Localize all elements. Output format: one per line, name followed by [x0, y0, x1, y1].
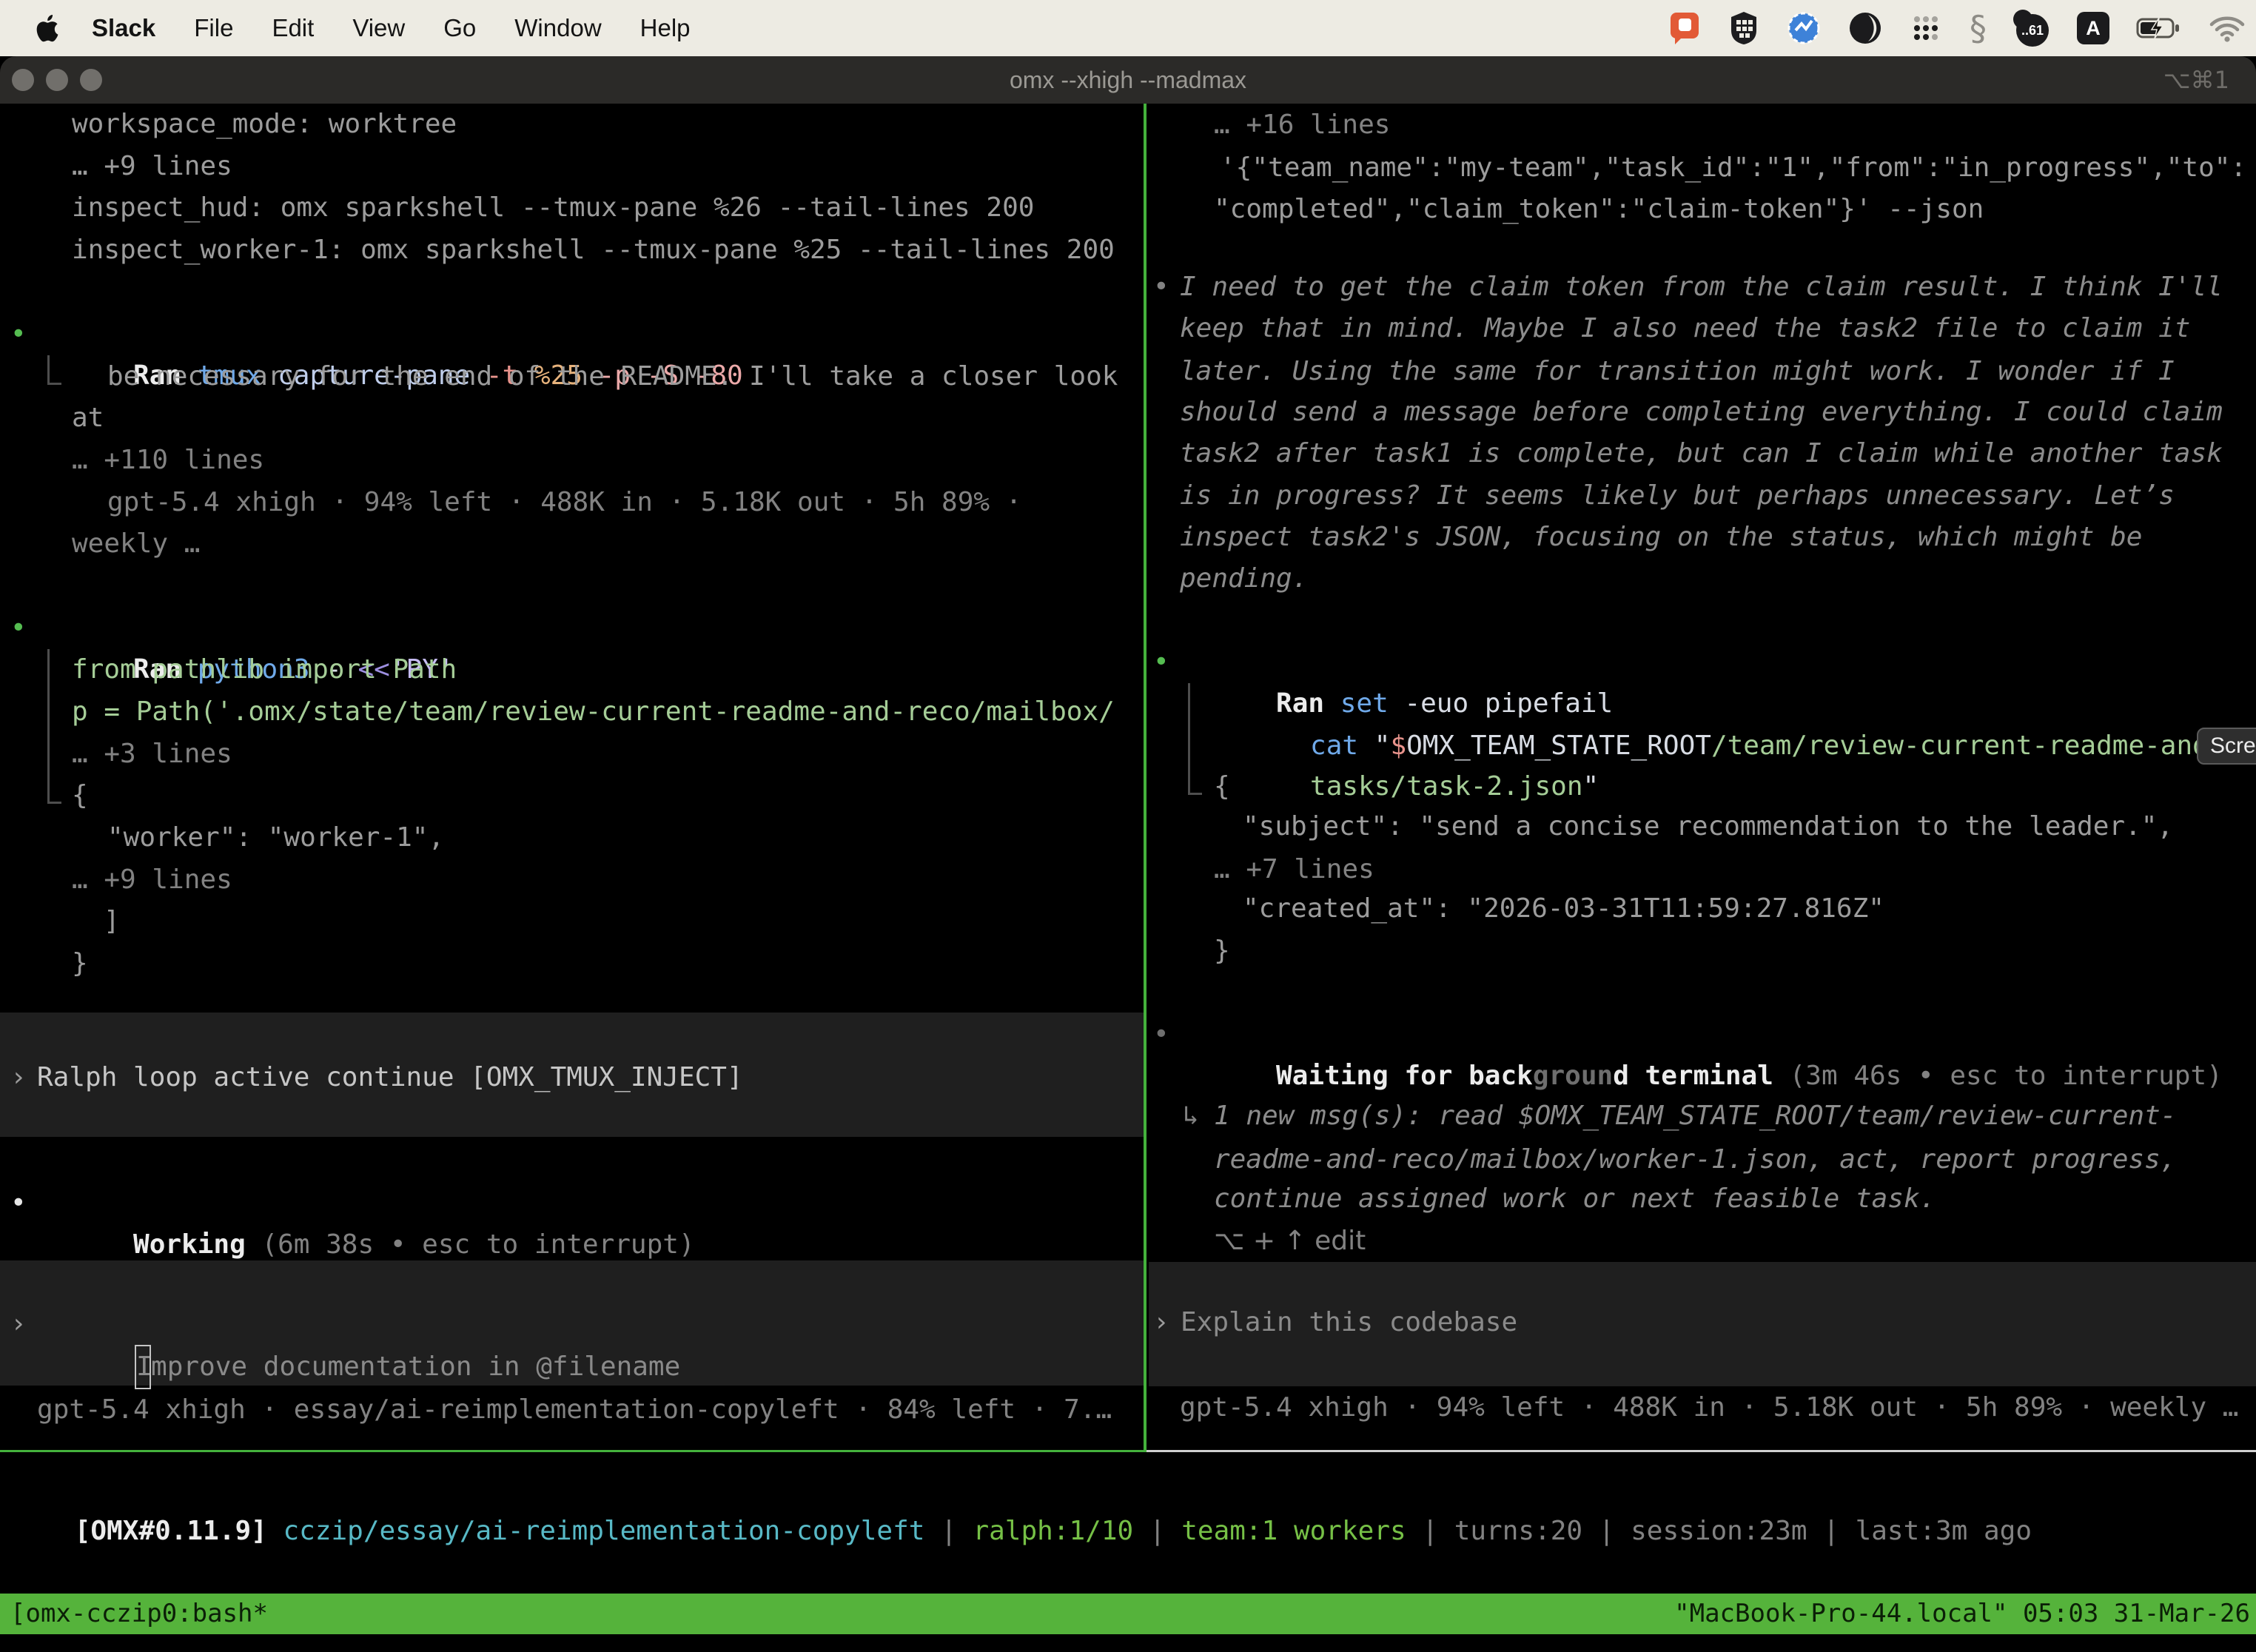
run-bullet-icon: •	[1153, 642, 1169, 683]
chevron-prompt-icon: ›	[10, 1303, 27, 1345]
terminal-line: be necessary for the end of the README. …	[107, 356, 1118, 397]
output-corner-line	[47, 355, 61, 385]
wifi-icon[interactable]	[2209, 14, 2246, 42]
menu-item-edit[interactable]: Edit	[272, 14, 314, 42]
tmux-session-label: [omx-cczip0:bash*	[0, 1594, 268, 1634]
terminal-line: … +7 lines	[1214, 849, 1374, 890]
menu-item-go[interactable]: Go	[443, 14, 476, 42]
menu-item-view[interactable]: View	[352, 14, 405, 42]
thinking-bullet-icon: •	[1153, 266, 1169, 308]
pane-divider[interactable]	[1144, 104, 1147, 1452]
terminal-line: weekly …	[72, 523, 200, 565]
terminal-line: ]	[104, 901, 120, 942]
menu-item-help[interactable]: Help	[640, 14, 691, 42]
terminal-line: }	[72, 943, 88, 984]
pane-border-bottom-right	[1147, 1450, 2256, 1452]
waiting-bullet-icon: •	[1153, 1014, 1169, 1055]
output-corner-line	[1188, 683, 1202, 795]
apple-menu-icon[interactable]	[34, 13, 59, 43]
terminal-line: … +9 lines	[72, 859, 232, 901]
dots-grid-icon[interactable]	[1909, 11, 1943, 45]
terminal-line: … +9 lines	[72, 146, 232, 187]
badge-61-label: ..61	[2016, 14, 2049, 47]
terminal-line: "completed","claim_token":"claim-token"}…	[1214, 189, 1984, 230]
squiggle-icon[interactable]: §	[1970, 11, 1987, 45]
tmux-host-clock: "MacBook-Pro-44.local" 05:03 31-Mar-26	[1674, 1594, 2256, 1634]
moon-app-icon[interactable]	[1848, 11, 1882, 45]
terminal-line: at	[72, 397, 104, 439]
screen-tooltip: Scre	[2197, 728, 2256, 765]
terminal-line: {	[72, 775, 88, 816]
run-bullet-icon: •	[10, 608, 27, 649]
text-cursor: I	[135, 1345, 151, 1389]
terminal-line: gpt-5.4 xhigh · 94% left · 488K in · 5.1…	[107, 482, 1021, 523]
terminal-right-pane: … +16 lines '{"team_name":"my-team","tas…	[1149, 56, 2256, 1652]
terminal-line: '{"team_name":"my-team","task_id":"1","f…	[1220, 147, 2246, 189]
notification-app-icon[interactable]	[1668, 10, 1702, 46]
thinking-line: I need to get the claim token from the c…	[1180, 266, 2223, 308]
terminal-line: "subject": "send a concise recommendatio…	[1243, 806, 2173, 847]
chevron-prompt-icon: ›	[10, 1057, 27, 1098]
chevron-prompt-icon: ›	[1153, 1302, 1169, 1343]
input-source-icon[interactable]: A	[2077, 12, 2109, 44]
thinking-line: later. Using the same for transition mig…	[1180, 351, 2175, 392]
terminal-line-code: p = Path('.omx/state/team/review-current…	[72, 691, 1115, 733]
terminal-line: }	[1214, 930, 1230, 972]
terminal-line: "created_at": "2026-03-31T11:59:27.816Z"	[1243, 888, 1884, 930]
battery-time-badge-icon[interactable]: ..61	[2013, 10, 2050, 47]
terminal-line: … +3 lines	[72, 733, 232, 775]
working-bullet-icon: •	[10, 1183, 27, 1224]
terminal-left-pane: workspace_mode: worktree … +9 lines insp…	[0, 56, 1144, 1652]
reply-arrow-icon: ↳	[1183, 1095, 1215, 1137]
thinking-line: inspect task2's JSON, focusing on the st…	[1180, 517, 2142, 558]
omx-status-line: [OMX#0.11.9] cczip/essay/ai-reimplementa…	[10, 1469, 2032, 1594]
prompt-input-right-text[interactable]: Explain this codebase	[1181, 1302, 1517, 1343]
mailbox-message-line: continue assigned work or next feasible …	[1214, 1178, 1936, 1220]
terminal-line: "worker": "worker-1",	[107, 817, 444, 859]
terminal-line: {	[1214, 766, 1230, 807]
sync-pulse-icon[interactable]	[1786, 10, 1822, 46]
menu-item-file[interactable]: File	[194, 14, 233, 42]
edit-shortcut-hint: ⌥ + ↑ edit	[1214, 1220, 1366, 1262]
tmux-status-bar: [omx-cczip0:bash* "MacBook-Pro-44.local"…	[0, 1594, 2256, 1634]
terminal-line: workspace_mode: worktree	[72, 104, 457, 145]
menu-item-window[interactable]: Window	[514, 14, 601, 42]
menu-status-icons: § ..61 A	[1668, 0, 2246, 56]
thinking-line: keep that in mind. Maybe I also need the…	[1180, 308, 2190, 349]
thinking-line: pending.	[1180, 558, 1308, 600]
terminal-window: omx --xhigh --madmax ⌥⌘1 workspace_mode:…	[0, 56, 2256, 1652]
model-status-line: gpt-5.4 xhigh · essay/ai-reimplementatio…	[37, 1389, 1112, 1431]
battery-charging-icon[interactable]	[2136, 16, 2182, 40]
thinking-line: is in progress? It seems likely but perh…	[1180, 475, 2175, 517]
run-bullet-icon: •	[10, 314, 27, 355]
model-status-line: gpt-5.4 xhigh · 94% left · 488K in · 5.1…	[1180, 1387, 2238, 1428]
terminal-line: inspect_hud: omx sparkshell --tmux-pane …	[72, 187, 1034, 229]
terminal-line: … +16 lines	[1214, 104, 1390, 146]
shield-grid-icon[interactable]	[1728, 10, 1759, 46]
menu-app-name[interactable]: Slack	[92, 14, 155, 42]
mailbox-message-line: readme-and-reco/mailbox/worker-1.json, a…	[1214, 1139, 2176, 1181]
window-shortcut-hint: ⌥⌘1	[2163, 56, 2229, 104]
thinking-line: task2 after task1 is complete, but can I…	[1180, 433, 2223, 474]
window-title-bar: omx --xhigh --madmax ⌥⌘1	[0, 56, 2256, 104]
terminal-line: … +110 lines	[72, 440, 264, 481]
terminal-line: inspect_worker-1: omx sparkshell --tmux-…	[72, 229, 1115, 271]
inject-banner-text: Ralph loop active continue [OMX_TMUX_INJ…	[37, 1057, 743, 1098]
thinking-line: should send a message before completing …	[1180, 392, 2223, 433]
mailbox-message-line: 1 new msg(s): read $OMX_TEAM_STATE_ROOT/…	[1214, 1095, 2176, 1137]
window-title: omx --xhigh --madmax	[0, 56, 2256, 104]
terminal-line-code: from pathlib import Path	[72, 649, 457, 691]
pane-border-bottom-left	[0, 1450, 1144, 1452]
output-corner-line	[47, 649, 61, 804]
menu-bar: Slack File Edit View Go Window Help	[0, 0, 2256, 56]
